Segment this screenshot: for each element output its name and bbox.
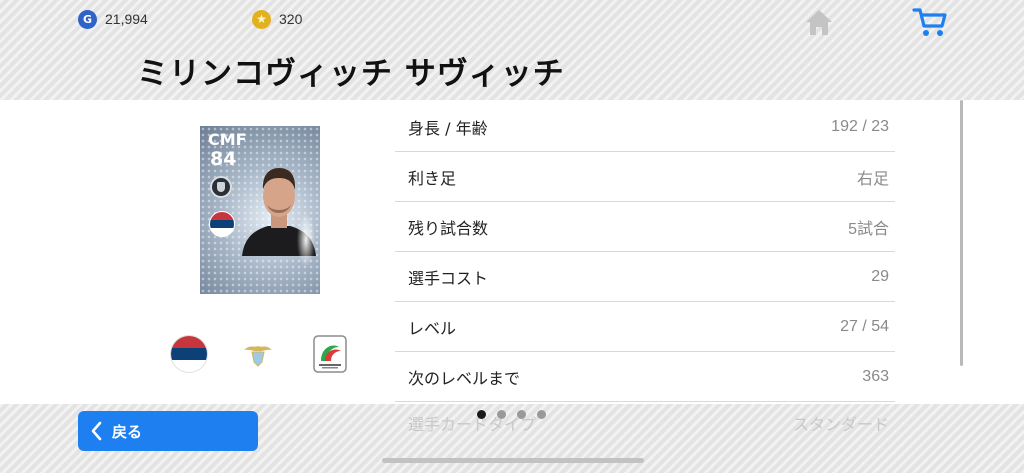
stat-label: レベル [408,318,457,338]
coin-amount: 320 [279,11,303,27]
nationality-flag-icon[interactable] [171,336,207,372]
stat-value: 192 / 23 [831,117,889,135]
stat-value: スタンダード [792,417,889,434]
card-nationality-flag-icon [209,211,235,237]
stat-value: 27 / 54 [840,317,889,335]
gp-balance: G 21,994 [78,8,148,30]
stat-row-level: レベル 27 / 54 [395,302,895,352]
stat-label: 身長 / 年齢 [408,118,488,138]
club-emblem-icon[interactable] [240,336,276,372]
back-button-label: 戻る [112,422,143,441]
player-info-list: 身長 / 年齢 192 / 23 利き足 右足 残り試合数 5試合 選手コスト … [395,102,895,402]
home-indicator-bar[interactable] [382,458,644,463]
stat-row-remaining-matches: 残り試合数 5試合 [395,202,895,252]
player-name: ミリンコヴィッチ サヴィッチ [137,56,565,92]
page-dot-4[interactable] [537,410,546,419]
card-position: CMF [208,130,247,149]
card-rating: 84 [210,148,237,170]
shop-cart-button[interactable] [912,6,948,38]
star-coin-icon: ★ [252,9,271,29]
card-sparkle [296,210,316,270]
back-button[interactable]: 戻る [78,411,258,451]
stat-row-player-cost: 選手コスト 29 [395,252,895,302]
stat-value: 右足 [856,170,889,188]
stat-label: 次のレベルまで [408,368,521,388]
page-dot-1[interactable] [477,410,486,419]
page-dot-3[interactable] [517,410,526,419]
chevron-left-icon [91,421,102,441]
gp-amount: 21,994 [105,11,148,27]
list-scrollbar[interactable] [960,100,963,366]
stat-value: 363 [862,367,889,385]
gp-coin-icon: G [78,9,97,29]
stat-label: 残り試合数 [408,218,489,238]
stat-value: 5試合 [848,220,889,238]
coin-balance: ★ 320 [252,8,302,30]
stat-row-card-type: 選手カードタイプ スタンダード [395,404,895,442]
stat-label: 選手コスト [408,268,489,288]
player-card[interactable]: CMF 84 [200,126,320,294]
stat-label: 利き足 [408,168,457,188]
home-button[interactable] [803,7,835,37]
page-dot-2[interactable] [497,410,506,419]
league-logo-icon[interactable] [313,335,347,373]
stat-row-next-level: 次のレベルまで 363 [395,352,895,402]
home-icon [806,10,832,35]
cart-icon [912,8,947,36]
player-type-badge-icon [210,176,232,198]
stat-row-height-age: 身長 / 年齢 192 / 23 [395,102,895,152]
page-indicator [477,410,546,419]
stat-row-preferred-foot: 利き足 右足 [395,152,895,202]
stat-value: 29 [871,267,889,285]
